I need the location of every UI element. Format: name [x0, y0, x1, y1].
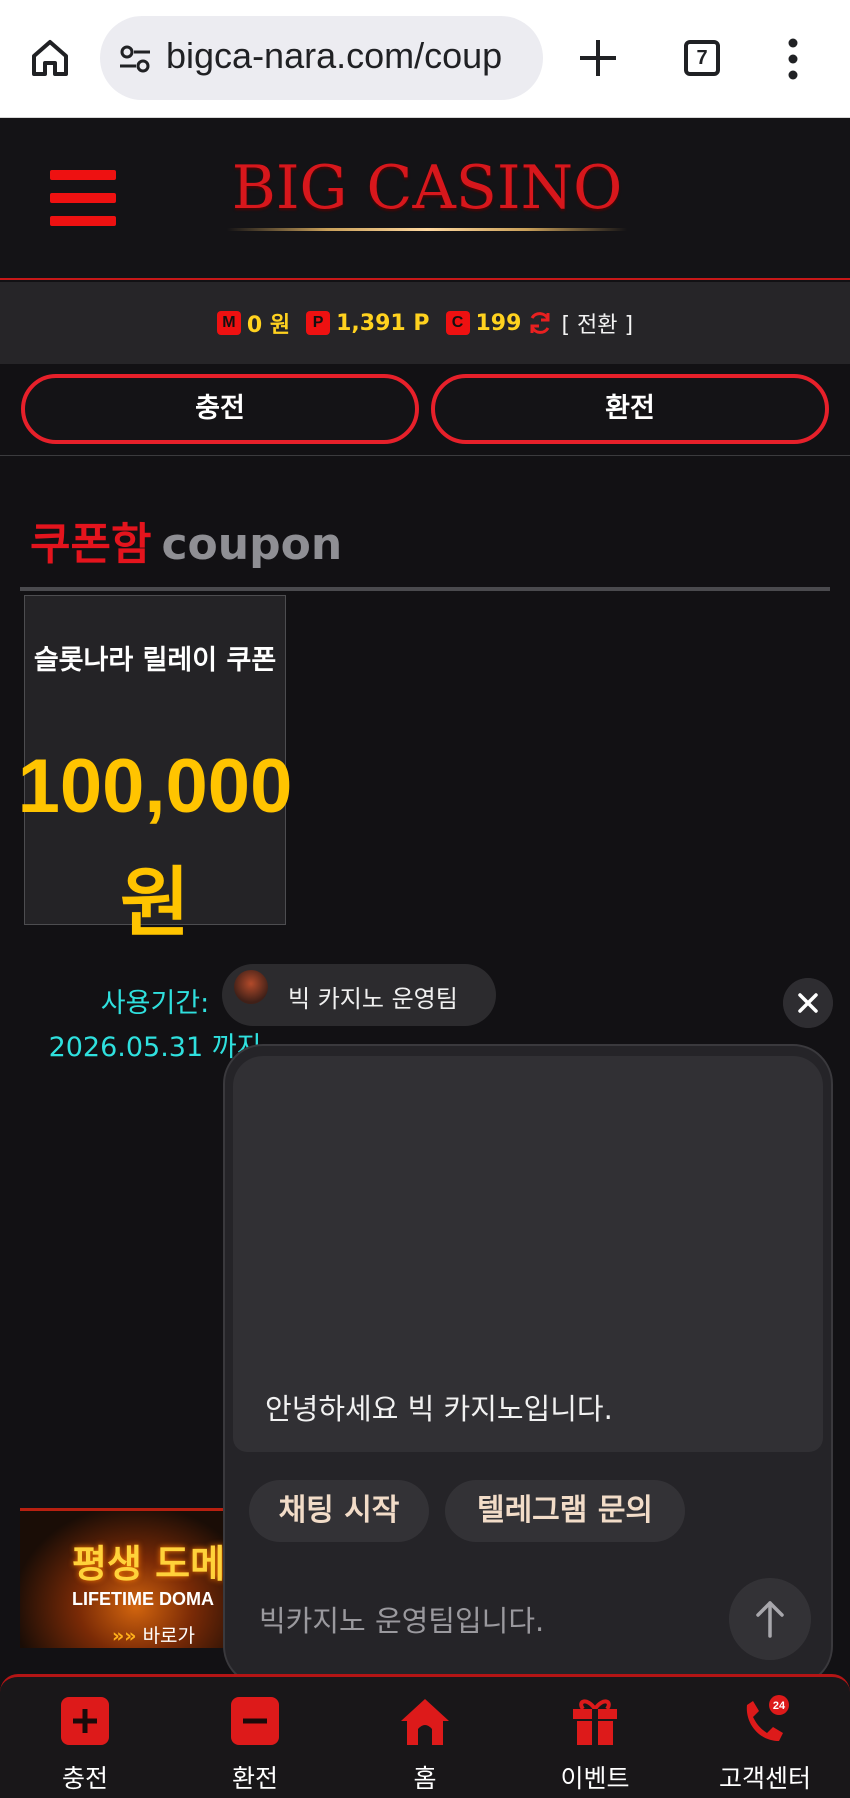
plus-icon — [61, 1697, 109, 1745]
site-settings-icon[interactable] — [118, 42, 152, 76]
logo-text: BIG CASINO — [231, 153, 623, 223]
nav-item-event[interactable]: 이벤트 — [510, 1677, 680, 1798]
nav-item-charge[interactable]: 충전 — [0, 1677, 170, 1798]
coupon-name: 슬롯나라 릴레이 쿠폰 — [33, 645, 277, 676]
menu-icon[interactable] — [50, 170, 116, 226]
close-icon[interactable] — [783, 978, 833, 1028]
point-badge-icon: P — [306, 311, 331, 335]
page-title-kr: 쿠폰함 — [30, 519, 152, 570]
logo-underline — [227, 228, 627, 231]
minus-icon — [231, 1697, 279, 1745]
coin-badge-icon: C — [445, 311, 470, 335]
chat-message: 안녕하세요 빅 카지노입니다. — [265, 1392, 613, 1426]
arrows-icon: »» — [112, 1625, 137, 1647]
nav-label-home: 홈 — [413, 1764, 437, 1793]
chat-panel: 안녕하세요 빅 카지노입니다. 채팅 시작 텔레그램 문의 빅카지노 운영팀입니… — [223, 1044, 833, 1686]
banner-title: 평생 도메 — [72, 1542, 226, 1586]
charge-button[interactable]: 충전 — [21, 374, 419, 444]
coupon-amount: 100,000 — [17, 744, 293, 829]
chat-sender-pill[interactable]: 빅 카지노 운영팀 — [222, 964, 496, 1026]
nav-label-support: 고객센터 — [718, 1764, 811, 1793]
coupon-unit: 원 — [120, 858, 190, 947]
action-row: 충전 환전 — [0, 364, 850, 456]
support-badge: 24 — [773, 1700, 786, 1712]
avatar — [234, 970, 268, 1004]
site-header: BIG CASINO — [0, 118, 850, 280]
nav-label-charge: 충전 — [61, 1764, 108, 1793]
refresh-icon[interactable] — [527, 310, 553, 336]
exchange-button[interactable]: 환전 — [431, 374, 829, 444]
point-value: 1,391 P — [336, 310, 430, 336]
money-badge-icon: M — [216, 311, 241, 335]
title-divider — [20, 587, 830, 591]
page-title: 쿠폰함 coupon — [30, 508, 342, 572]
banner-cta-label: 바로가 — [142, 1625, 196, 1647]
browser-toolbar: bigca-nara.com/coup 7 — [0, 0, 850, 118]
money-balance: M 0 원 — [216, 307, 291, 339]
chat-message-area: 안녕하세요 빅 카지노입니다. — [233, 1056, 823, 1452]
coin-balance: C 199 — [445, 310, 522, 336]
chat-input[interactable]: 빅카지노 운영팀입니다. — [259, 1598, 544, 1640]
balance-bar: M 0 원 P 1,391 P C 199 [ 전환 ] — [0, 282, 850, 364]
nav-label-exchange: 환전 — [231, 1764, 278, 1793]
banner-cta[interactable]: »» 바로가 — [112, 1621, 195, 1648]
banner-subtitle: LIFETIME DOMA — [72, 1589, 214, 1609]
telegram-inquiry-button[interactable]: 텔레그램 문의 — [445, 1480, 685, 1542]
phone-24-icon: 24 — [746, 1695, 789, 1741]
point-balance: P 1,391 P — [306, 310, 430, 336]
send-arrow-icon[interactable] — [729, 1578, 811, 1660]
url-text[interactable]: bigca-nara.com/coup — [166, 35, 502, 77]
nav-item-home[interactable]: 홈 — [340, 1677, 510, 1798]
lifetime-domain-banner[interactable]: 평생 도메 LIFETIME DOMA »» 바로가 — [20, 1508, 230, 1648]
page-title-en: coupon — [161, 519, 343, 570]
gift-icon — [573, 1699, 617, 1745]
start-chat-button[interactable]: 채팅 시작 — [249, 1480, 429, 1542]
money-value: 0 원 — [246, 313, 291, 338]
nav-item-exchange[interactable]: 환전 — [170, 1677, 340, 1798]
bottom-nav: 충전 환전 홈 이벤트 24 고객센터 — [0, 1674, 850, 1798]
new-tab-icon[interactable] — [574, 32, 622, 84]
chat-sender-name: 빅 카지노 운영팀 — [288, 985, 458, 1013]
tab-switcher-button[interactable]: 7 — [684, 40, 720, 76]
switch-button[interactable]: [ 전환 ] — [561, 307, 633, 339]
home-icon[interactable] — [28, 36, 72, 80]
nav-item-support[interactable]: 24 고객센터 — [680, 1677, 850, 1798]
coin-value: 199 — [475, 310, 522, 336]
more-options-icon[interactable] — [786, 38, 800, 80]
address-bar[interactable]: bigca-nara.com/coup — [100, 16, 543, 100]
home-icon — [401, 1699, 449, 1745]
nav-label-event: 이벤트 — [560, 1764, 630, 1793]
site-logo[interactable]: BIG CASINO — [222, 154, 632, 234]
